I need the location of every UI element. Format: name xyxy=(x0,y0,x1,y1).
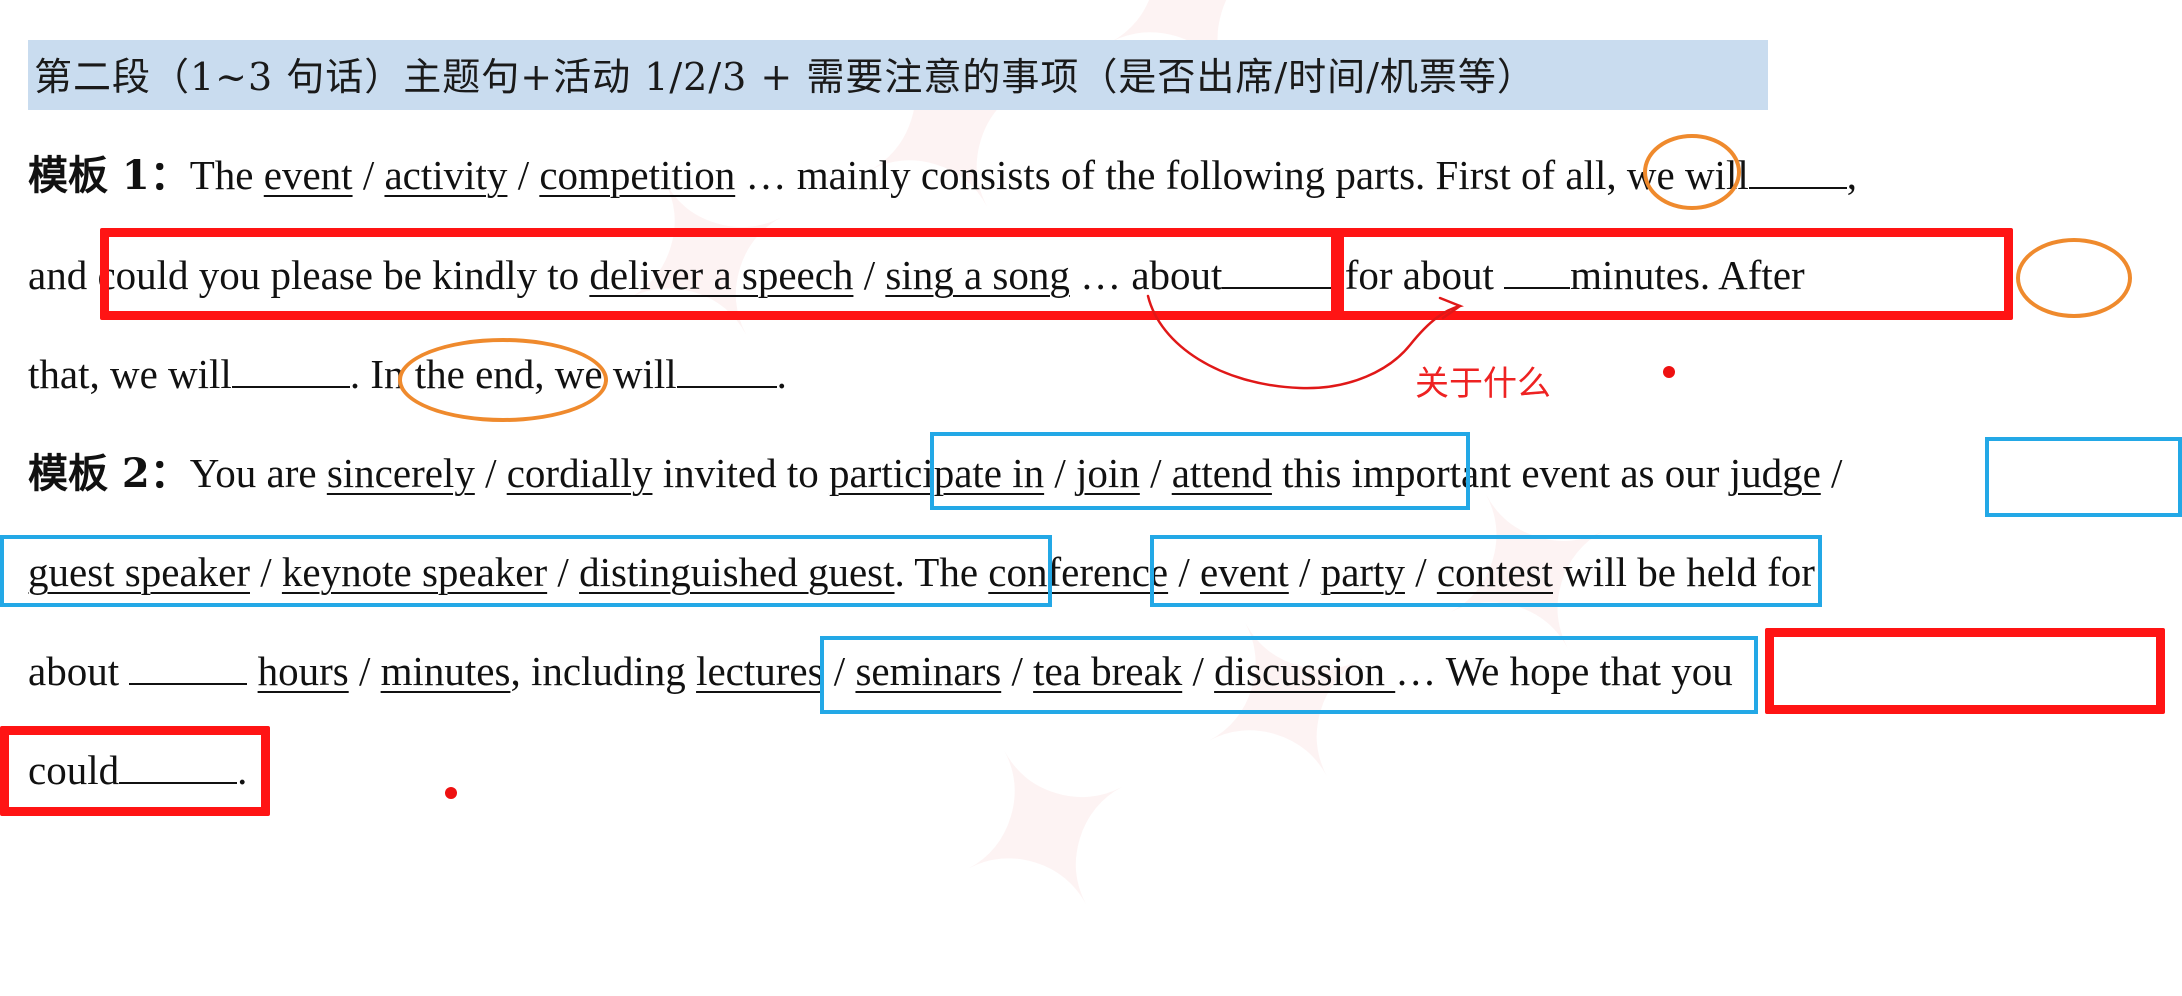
red-dot xyxy=(1663,366,1675,378)
red-highlight-box xyxy=(1765,628,2165,714)
option-event: event xyxy=(263,152,353,198)
blank xyxy=(1748,149,1847,189)
red-dot xyxy=(445,787,457,799)
blue-highlight-box xyxy=(820,636,1758,714)
red-highlight-box xyxy=(1335,228,2013,320)
orange-circle xyxy=(1643,134,1741,210)
template2-label: 模板 2： xyxy=(28,450,190,497)
orange-circle xyxy=(398,338,608,422)
document-page: ✦ ✦ ✦ ✦ ✦ ✦ 第二段（1~3 句话）主题句+活动 1/2/3 + 需要… xyxy=(0,0,2182,996)
blue-highlight-box xyxy=(1985,437,2182,517)
blank xyxy=(231,348,350,388)
blank xyxy=(129,645,248,685)
annotation-note: 关于什么 xyxy=(1415,364,1551,404)
red-highlight-box xyxy=(100,228,1340,320)
option-competition: competition xyxy=(539,152,736,198)
red-highlight-box xyxy=(0,726,270,816)
option-activity: activity xyxy=(384,152,508,198)
blue-highlight-box xyxy=(0,535,1052,607)
word-first: First xyxy=(1435,152,1511,198)
blue-highlight-box xyxy=(930,432,1470,510)
orange-circle xyxy=(2016,238,2132,318)
blank xyxy=(676,348,777,388)
blue-highlight-box xyxy=(1150,535,1822,607)
template1-label: 模板 1： xyxy=(28,152,190,199)
template1-line1: 模板 1：The event / activity / competition … xyxy=(28,145,1857,206)
section-heading: 第二段（1~3 句话）主题句+活动 1/2/3 + 需要注意的事项（是否出席/时… xyxy=(34,55,1536,99)
